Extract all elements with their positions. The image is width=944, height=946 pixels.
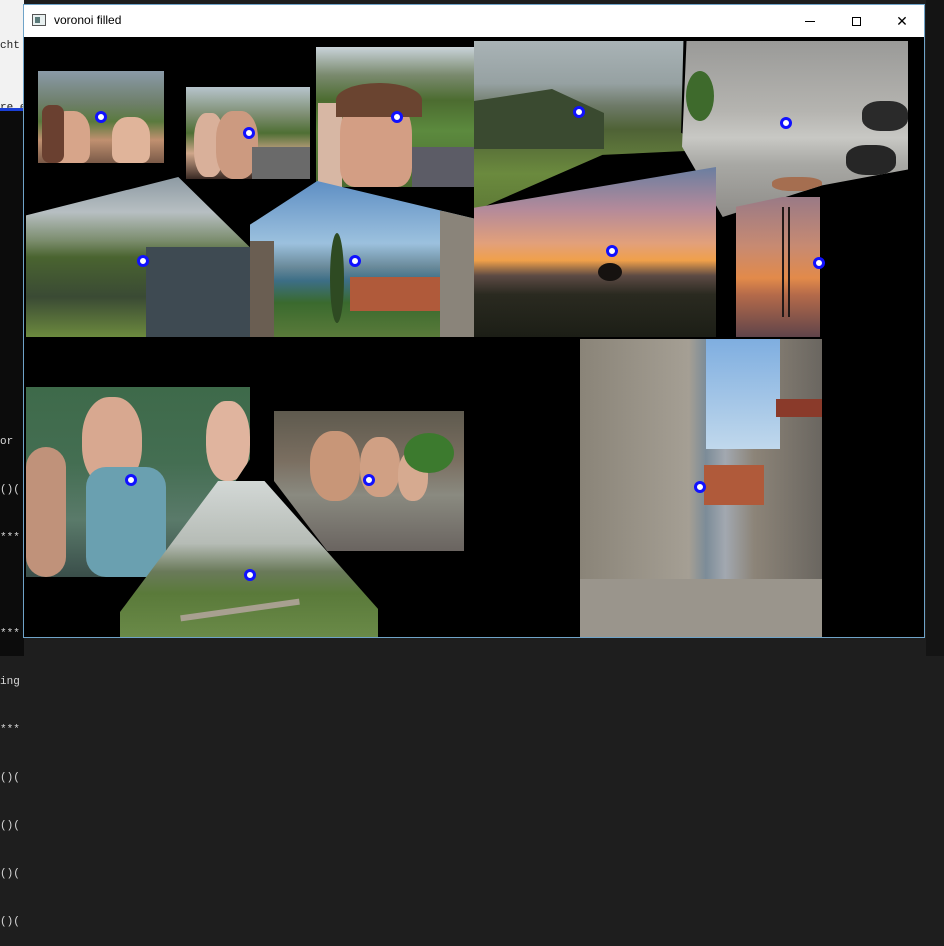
minimize-button[interactable]	[787, 5, 833, 37]
background-line	[0, 578, 20, 594]
app-window-icon	[32, 14, 46, 26]
maximize-button[interactable]	[833, 5, 879, 37]
window-title: voronoi filled	[54, 13, 122, 27]
background-text-bottom: or ()( *** *** ing *** ()( ()( ()( ()(	[0, 402, 20, 946]
app-window: voronoi filled ✕	[23, 4, 925, 638]
background-line: ***	[0, 532, 20, 544]
voronoi-site	[780, 117, 792, 129]
background-line: ***	[0, 628, 20, 640]
background-line: or	[0, 436, 14, 448]
voronoi-site	[694, 481, 706, 493]
background-line: ing	[0, 676, 20, 688]
voronoi-site	[391, 111, 403, 123]
voronoi-site	[573, 106, 585, 118]
background-line: ()(	[0, 916, 20, 928]
voronoi-canvas[interactable]	[24, 37, 924, 637]
voronoi-site	[125, 474, 137, 486]
background-accent-line	[0, 108, 24, 111]
minimize-icon	[805, 20, 815, 22]
voronoi-site	[95, 111, 107, 123]
voronoi-site	[363, 474, 375, 486]
background-desktop-right	[926, 0, 944, 656]
background-line: ()(	[0, 868, 20, 880]
voronoi-cell-coastal-town	[250, 181, 474, 337]
background-line: ***	[0, 724, 20, 736]
close-button[interactable]: ✕	[879, 5, 925, 37]
background-line: ()(	[0, 484, 20, 496]
voronoi-site	[349, 255, 361, 267]
voronoi-site	[244, 569, 256, 581]
voronoi-site	[813, 257, 825, 269]
close-icon: ✕	[896, 12, 908, 29]
voronoi-site	[137, 255, 149, 267]
title-bar[interactable]: voronoi filled ✕	[24, 5, 924, 37]
maximize-icon	[851, 16, 861, 26]
background-line: ()(	[0, 820, 20, 832]
voronoi-site	[606, 245, 618, 257]
voronoi-site	[243, 127, 255, 139]
voronoi-cell-sunset-boat	[736, 197, 820, 337]
background-line: ()(	[0, 772, 20, 784]
